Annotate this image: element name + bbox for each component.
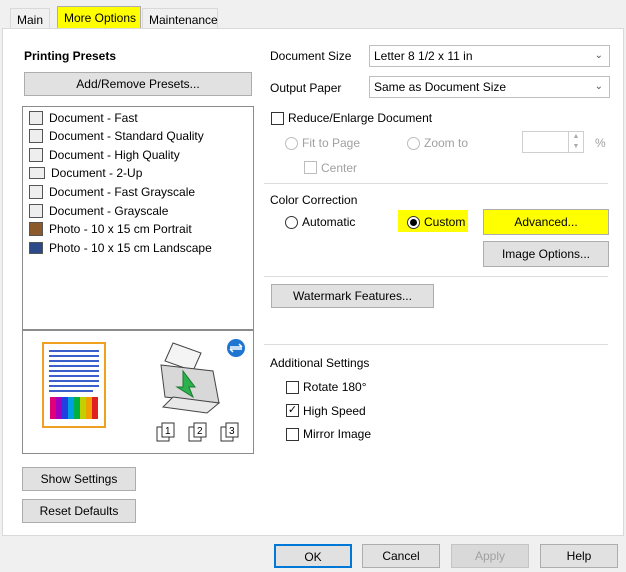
automatic-radio[interactable] <box>285 216 298 229</box>
rotate-180-checkbox[interactable] <box>286 381 299 394</box>
list-item-label: Document - Grayscale <box>49 204 169 218</box>
page-preview-icon <box>42 342 106 428</box>
photo-icon <box>29 221 43 236</box>
advanced-button[interactable]: Advanced... <box>483 209 609 235</box>
zoom-to-label: Zoom to <box>424 136 469 150</box>
show-settings-button[interactable]: Show Settings <box>22 467 136 491</box>
tab-more-options[interactable]: More Options <box>57 6 141 30</box>
high-speed-checkbox[interactable]: ✓ <box>286 404 299 417</box>
color-correction-heading: Color Correction <box>270 193 358 207</box>
presets-list: Document - Fast Document - Standard Qual… <box>22 106 254 330</box>
percent-label: % <box>595 136 606 150</box>
mirror-image-checkbox[interactable] <box>286 428 299 441</box>
automatic-label: Automatic <box>302 215 356 229</box>
document-icon <box>29 147 43 162</box>
reduce-enlarge-label: Reduce/Enlarge Document <box>288 111 433 125</box>
chevron-down-icon: ⌄ <box>594 81 603 92</box>
custom-label: Custom <box>424 215 466 229</box>
additional-settings-heading: Additional Settings <box>270 356 370 370</box>
document-size-select[interactable]: Letter 8 1/2 x 11 in ⌄ <box>369 45 610 67</box>
tab-maintenance[interactable]: Maintenance <box>142 8 218 30</box>
tab-main[interactable]: Main <box>10 8 50 30</box>
fit-to-page-radio[interactable] <box>285 137 298 150</box>
list-item[interactable]: Photo - 10 x 15 cm Portrait <box>29 220 192 238</box>
reduce-enlarge-checkbox[interactable] <box>271 112 284 125</box>
zoom-to-radio[interactable] <box>407 137 420 150</box>
document-size-value: Letter 8 1/2 x 11 in <box>374 49 473 63</box>
list-item[interactable]: Document - Grayscale <box>29 202 168 220</box>
high-speed-label: High Speed <box>303 404 366 418</box>
list-item[interactable]: Document - Standard Quality <box>29 127 204 145</box>
divider <box>264 183 608 184</box>
two-up-icon <box>29 166 45 179</box>
document-icon <box>29 203 43 218</box>
refresh-badge-icon <box>227 339 245 357</box>
custom-radio[interactable] <box>407 216 420 229</box>
output-paper-label: Output Paper <box>270 81 342 95</box>
document-size-label: Document Size <box>270 49 352 63</box>
list-item-label: Document - Standard Quality <box>49 129 204 143</box>
page-number-2: 2 <box>197 426 203 437</box>
ok-button[interactable]: OK <box>274 544 352 568</box>
list-item-label: Photo - 10 x 15 cm Landscape <box>49 241 212 255</box>
list-item[interactable]: Document - Fast <box>29 109 138 127</box>
zoom-input[interactable]: ▲ ▼ <box>522 131 584 153</box>
zoom-spinner[interactable]: ▲ ▼ <box>568 132 583 152</box>
photo-landscape-icon <box>29 241 43 254</box>
divider <box>264 344 608 345</box>
page-number-1: 1 <box>165 426 171 437</box>
divider <box>264 276 608 277</box>
print-preview: 1 2 3 <box>22 330 254 454</box>
list-item-label: Document - High Quality <box>49 148 180 162</box>
document-icon <box>29 110 43 125</box>
add-remove-presets-button[interactable]: Add/Remove Presets... <box>24 72 252 96</box>
list-item-label: Document - Fast <box>49 111 138 125</box>
document-icon <box>29 184 43 199</box>
list-item-label: Document - Fast Grayscale <box>49 185 196 199</box>
apply-button[interactable]: Apply <box>451 544 529 568</box>
printer-icon <box>160 342 221 414</box>
list-item[interactable]: Document - Fast Grayscale <box>29 183 195 201</box>
tab-maintenance-label: Maintenance <box>149 13 218 27</box>
output-paper-select[interactable]: Same as Document Size ⌄ <box>369 76 610 98</box>
list-item[interactable]: Document - High Quality <box>29 146 180 164</box>
list-item-label: Document - 2-Up <box>51 166 143 180</box>
document-icon <box>29 128 43 143</box>
list-item[interactable]: Photo - 10 x 15 cm Landscape <box>29 239 212 257</box>
help-button[interactable]: Help <box>540 544 618 568</box>
tab-main-label: Main <box>17 13 44 27</box>
center-label: Center <box>321 161 358 175</box>
preview-graphic <box>42 339 245 442</box>
output-paper-value: Same as Document Size <box>374 80 507 94</box>
list-item-label: Photo - 10 x 15 cm Portrait <box>49 222 192 236</box>
chevron-down-icon: ⌄ <box>594 50 603 61</box>
list-item[interactable]: Document - 2-Up <box>29 164 142 182</box>
printing-presets-heading: Printing Presets <box>24 49 117 63</box>
rotate-180-label: Rotate 180° <box>303 380 367 394</box>
watermark-features-button[interactable]: Watermark Features... <box>271 284 434 308</box>
reset-defaults-button[interactable]: Reset Defaults <box>22 499 136 523</box>
image-options-button[interactable]: Image Options... <box>483 241 609 267</box>
fit-to-page-label: Fit to Page <box>302 136 361 150</box>
tab-strip: Main More Options Maintenance <box>0 0 626 30</box>
cancel-button[interactable]: Cancel <box>362 544 440 568</box>
mirror-image-label: Mirror Image <box>303 427 372 441</box>
tab-more-options-label: More Options <box>64 11 137 25</box>
center-checkbox[interactable] <box>304 161 317 174</box>
page-number-3: 3 <box>229 426 235 437</box>
